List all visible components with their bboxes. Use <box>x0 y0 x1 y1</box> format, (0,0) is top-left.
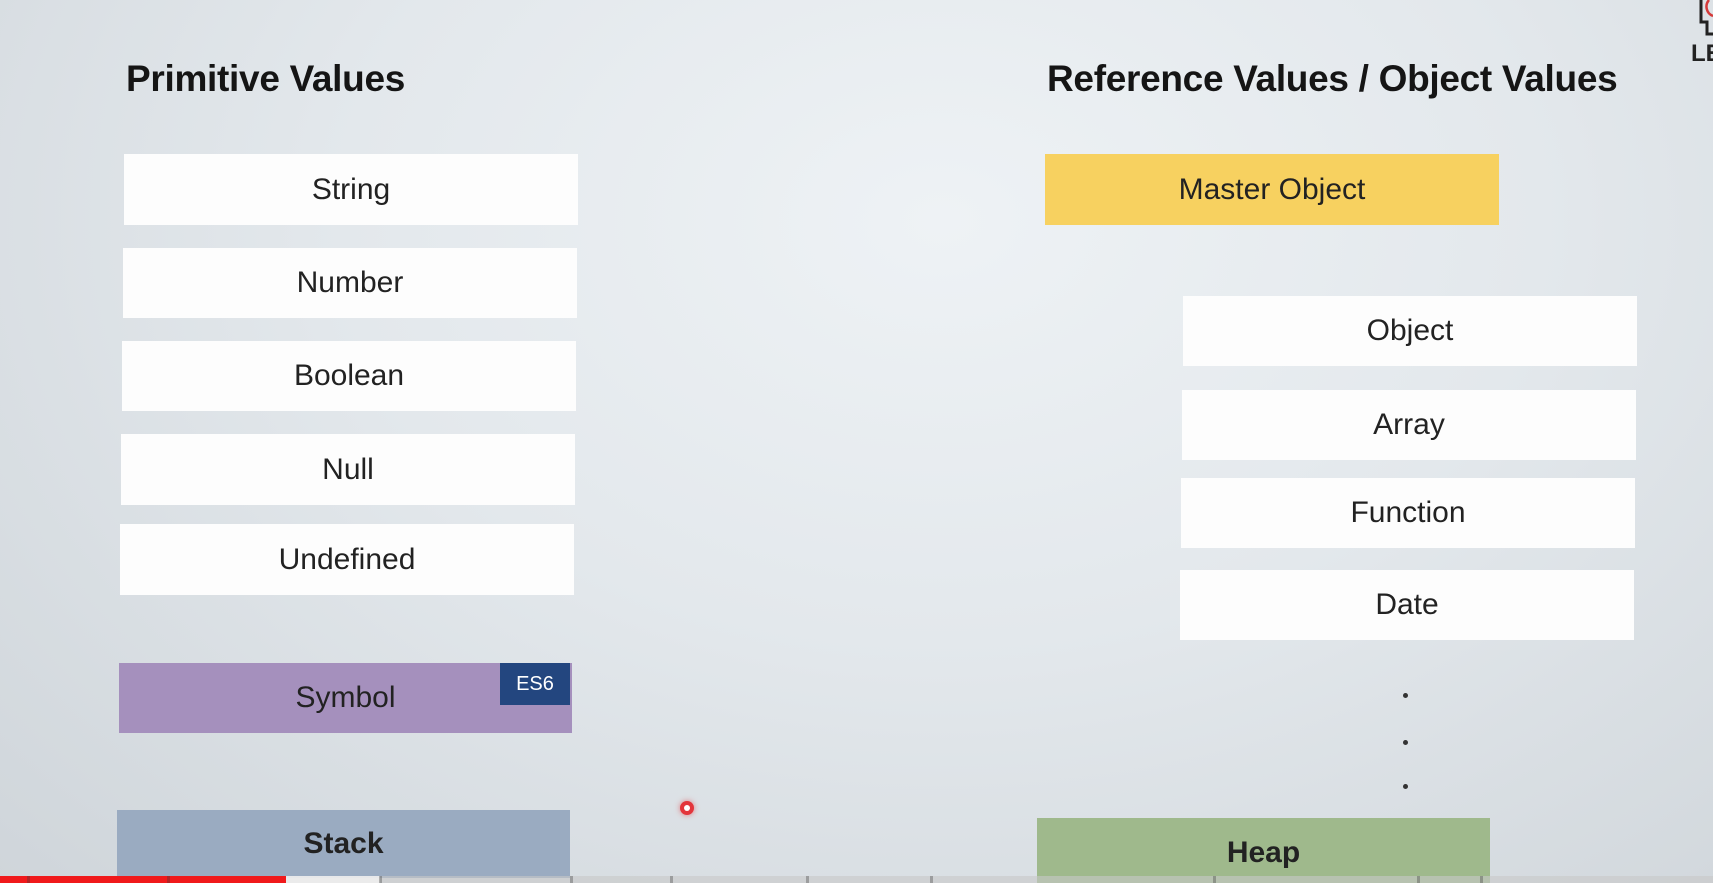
master-object-box: Master Object <box>1045 154 1499 225</box>
reference-item-array: Array <box>1182 390 1636 460</box>
es6-badge: ES6 <box>500 663 570 705</box>
stack-box: Stack <box>117 810 570 878</box>
primitive-item-string: String <box>124 154 578 225</box>
channel-logo-icon: LE <box>1683 0 1713 100</box>
video-progress-bar[interactable] <box>0 876 1713 883</box>
ellipsis-dot <box>1403 740 1408 745</box>
primitive-item-number: Number <box>123 248 577 318</box>
primitive-values-heading: Primitive Values <box>126 58 406 99</box>
chapter-marker <box>379 876 382 883</box>
chapter-marker <box>806 876 809 883</box>
chapter-marker <box>27 876 30 883</box>
chapter-marker <box>670 876 673 883</box>
chapter-marker <box>1417 876 1420 883</box>
chapter-marker <box>930 876 933 883</box>
reference-item-function: Function <box>1181 478 1635 548</box>
reference-item-object: Object <box>1183 296 1637 366</box>
symbol-label: Symbol <box>295 681 396 714</box>
progress-played <box>0 876 287 883</box>
heap-box: Heap <box>1037 818 1490 883</box>
channel-logo-text: LE <box>1691 40 1713 67</box>
ellipsis-dot <box>1403 693 1408 698</box>
reference-item-date: Date <box>1180 570 1634 640</box>
chapter-marker <box>1480 876 1483 883</box>
chapter-marker <box>570 876 573 883</box>
chapter-marker <box>1213 876 1216 883</box>
reference-values-heading: Reference Values / Object Values <box>1047 58 1618 99</box>
primitive-item-boolean: Boolean <box>122 341 576 411</box>
primitive-item-undefined: Undefined <box>120 524 574 595</box>
cursor-highlight-icon <box>680 801 694 815</box>
primitive-item-null: Null <box>121 434 575 505</box>
chapter-marker <box>167 876 170 883</box>
ellipsis-dot <box>1403 784 1408 789</box>
